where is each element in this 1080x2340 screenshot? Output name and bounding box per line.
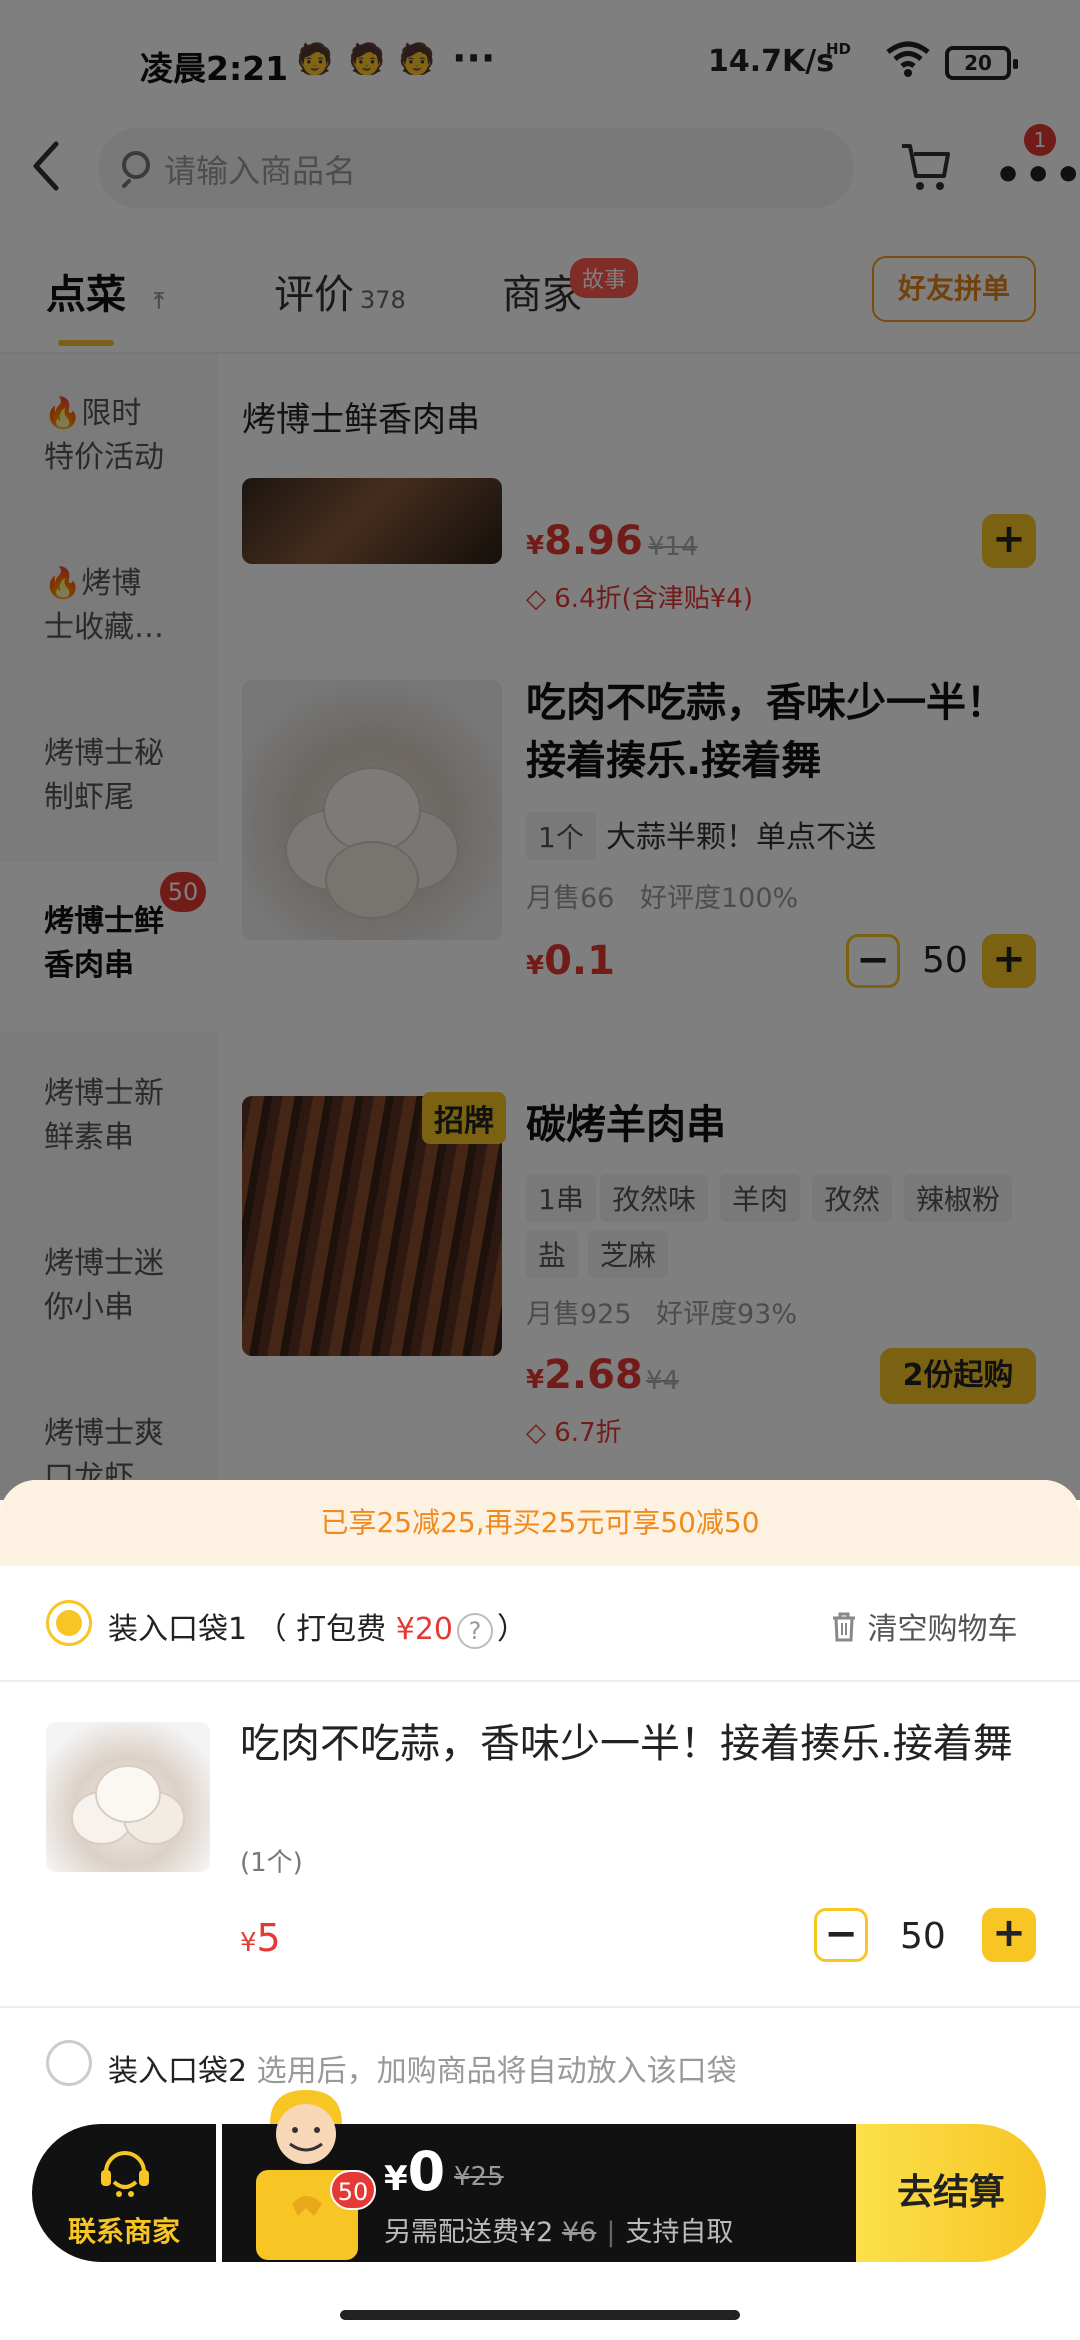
- cart-item-name: 吃肉不吃蒜，香味少一半！接着揍乐.接着舞: [240, 1721, 1013, 1767]
- contact-merchant-label: 联系商家: [67, 2215, 180, 2248]
- pack-fee-value: ¥20: [395, 1612, 453, 1647]
- checkout-button[interactable]: 去结算: [856, 2124, 1046, 2262]
- decrease-button[interactable]: −: [814, 1908, 868, 1962]
- help-icon[interactable]: ?: [457, 1613, 493, 1649]
- delivery-info: 另需配送费¥2 ¥6 | 支持自取: [384, 2217, 734, 2248]
- cart-item-price: ¥5: [240, 1916, 281, 1960]
- pack-fee-label: （ 打包费: [256, 1612, 387, 1647]
- customer-service-icon: [101, 2151, 149, 2197]
- self-pickup-label: 支持自取: [625, 2217, 734, 2248]
- clear-cart-label: 清空购物车: [867, 1612, 1018, 1647]
- promo-banner: 已享25减25,再买25元可享50减50: [0, 1480, 1080, 1566]
- bag-name: 装入口袋2: [108, 2054, 248, 2089]
- cart-item-quantity: 50: [900, 1916, 946, 1957]
- currency-symbol: ¥: [384, 2159, 408, 2199]
- delivery-fee: 另需配送费¥2: [384, 2217, 554, 2248]
- bag2-label: 装入口袋2 选用后，加购商品将自动放入该口袋: [108, 2046, 737, 2090]
- bag2-radio[interactable]: [46, 2040, 92, 2086]
- bracket: ）: [497, 1612, 527, 1647]
- increase-button[interactable]: +: [982, 1908, 1036, 1962]
- currency-symbol: ¥: [240, 1928, 257, 1958]
- bag-name: 装入口袋1: [108, 1612, 248, 1647]
- delivery-original-fee: ¥6: [561, 2217, 597, 2248]
- cart-item-image: [46, 1722, 210, 1872]
- bag1-radio[interactable]: [46, 1600, 92, 1646]
- total-value: 0: [407, 2140, 446, 2203]
- garlic-image: [71, 1765, 185, 1845]
- trash-icon: [833, 1612, 855, 1642]
- contact-merchant-button[interactable]: 联系商家: [32, 2124, 216, 2262]
- bag1-label: 装入口袋1 （ 打包费 ¥20?）: [108, 1604, 527, 1649]
- home-indicator[interactable]: [340, 2310, 740, 2320]
- cart-count-badge: 50: [330, 2170, 376, 2210]
- divider: [0, 1680, 1080, 1682]
- modal-overlay[interactable]: [0, 0, 1080, 1500]
- cart-total: ¥0: [384, 2140, 445, 2203]
- cart-item-spec: (1个): [240, 1848, 303, 1878]
- clear-cart-button[interactable]: 清空购物车: [830, 1604, 1018, 1648]
- price-value: 5: [256, 1916, 281, 1960]
- total-original-price: ¥25: [454, 2162, 504, 2192]
- divider: [0, 2006, 1080, 2008]
